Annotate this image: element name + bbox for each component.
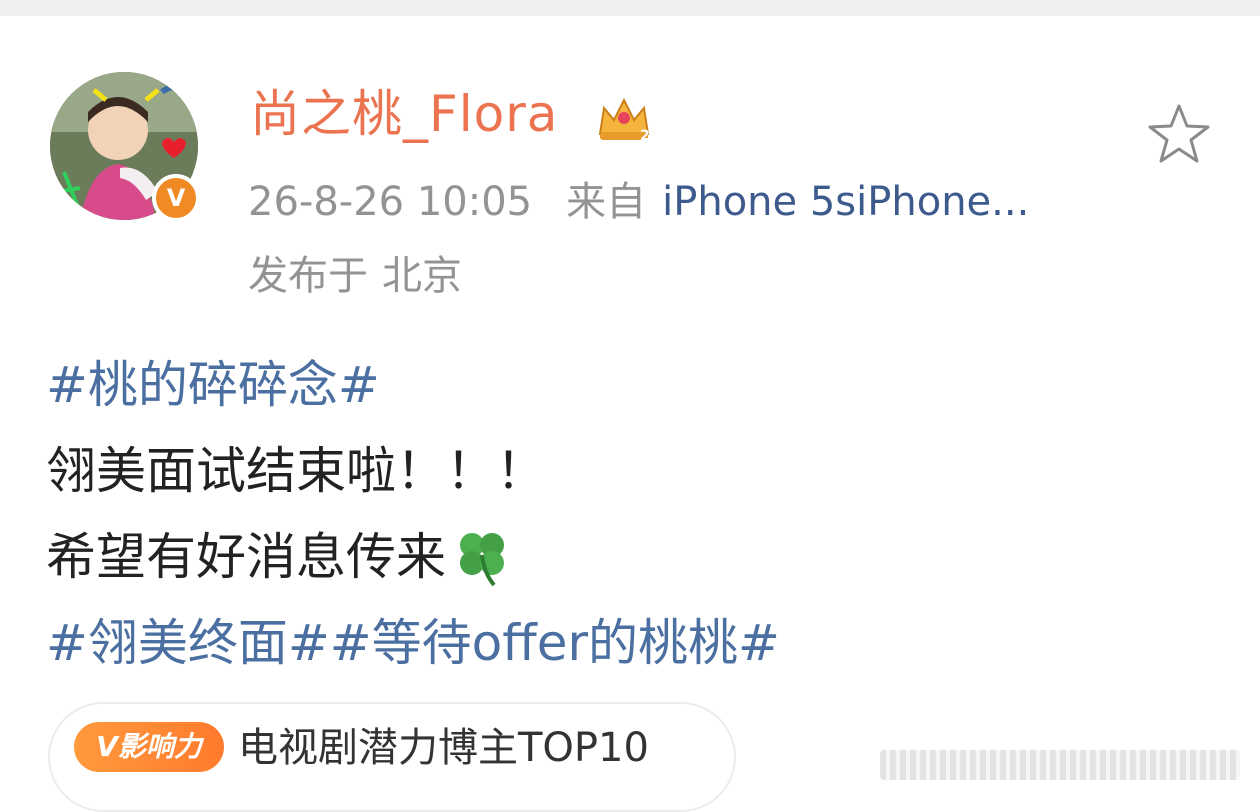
influence-badge-pill[interactable]: V影响力 电视剧潜力博主TOP10 <box>48 702 736 812</box>
location-prefix: 发布于 <box>248 253 368 299</box>
post-time: 26-8-26 10:05 <box>248 179 533 225</box>
status-bar-strip <box>0 0 1260 16</box>
hashtag-link[interactable]: #桃的碎碎念# <box>46 342 1226 428</box>
influence-text: 电视剧潜力博主TOP10 <box>238 725 649 771</box>
source-prefix: 来自 <box>566 179 647 225</box>
post-meta: 26-8-26 10:05 来自 iPhone 5siPhone... <box>248 172 1029 232</box>
post-text-line-with-emoji: 希望有好消息传来 <box>46 514 1226 600</box>
post-text-line: 翎美面试结束啦！！！ <box>46 442 546 500</box>
hashtag-links[interactable]: #翎美终面##等待offer的桃桃# <box>46 600 1226 686</box>
location-city[interactable]: 北京 <box>382 253 462 299</box>
post-content: #桃的碎碎念# 翎美面试结束啦！！！ 希望有好消息传来 #翎美终面##等待off… <box>46 342 1226 686</box>
blurred-watermark <box>880 750 1240 780</box>
favorite-star-icon[interactable] <box>1146 102 1212 166</box>
verified-v-icon: V <box>152 174 200 222</box>
influence-tag: V影响力 <box>74 722 224 772</box>
post-text: 希望有好消息传来 <box>46 528 446 586</box>
post-source-link[interactable]: iPhone 5siPhone... <box>662 179 1029 225</box>
svg-text:2: 2 <box>640 128 650 142</box>
four-leaf-clover-icon <box>460 533 504 587</box>
username[interactable]: 尚之桃_Flora <box>250 84 558 144</box>
weibo-post-card: V 尚之桃_Flora 2 26-8-26 10:05 来自 iPhone 5siP… <box>0 16 1260 812</box>
post-location: 发布于 北京 <box>248 246 462 306</box>
crown-icon[interactable]: 2 <box>596 94 652 142</box>
